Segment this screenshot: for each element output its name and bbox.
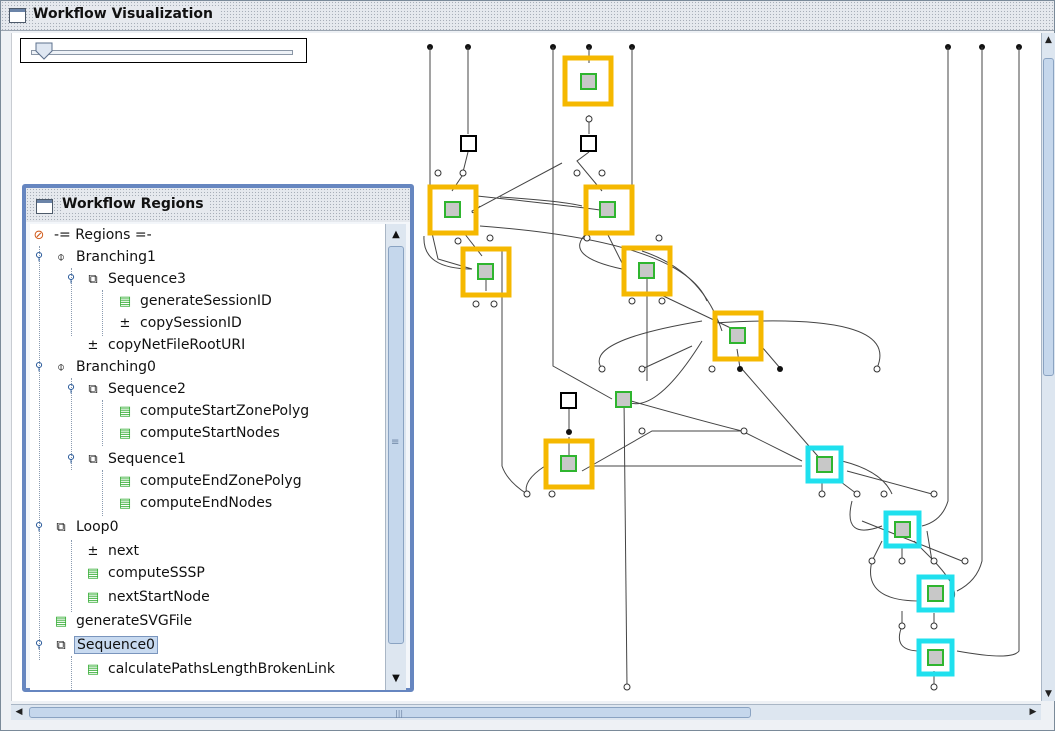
copy-task-icon: ± bbox=[87, 544, 99, 559]
expand-handle-icon[interactable]: ⚲ bbox=[35, 516, 47, 538]
arrow-left-icon[interactable]: ◀ bbox=[11, 705, 27, 720]
expand-handle-icon[interactable]: ⚲ bbox=[35, 246, 47, 268]
task-icon: ▤ bbox=[118, 496, 132, 511]
regions-tree-scrollbar-thumb[interactable]: ≡ bbox=[388, 246, 404, 644]
tree-item-generatesessionid[interactable]: ▤ generateSessionID bbox=[116, 290, 274, 312]
expand-handle-icon[interactable]: ⚲ bbox=[35, 356, 47, 378]
tree-item-generatesvgfile[interactable]: ▤ generateSVGFile bbox=[52, 610, 194, 632]
tree-guide bbox=[102, 400, 103, 446]
tree-guide bbox=[71, 656, 72, 690]
tree-item-computestartnodes[interactable]: ▤ computeStartNodes bbox=[116, 422, 282, 444]
arrow-up-icon[interactable]: ▲ bbox=[1042, 33, 1055, 47]
expand-handle-icon[interactable]: ⚲ bbox=[67, 378, 79, 400]
regions-tree[interactable]: ⊘ -= Regions =- ⚲ ⌽ Branching1 ⚲ ⧉ Sequence3 … bbox=[30, 224, 385, 690]
sequence-icon: ⧉ bbox=[88, 382, 98, 397]
tree-item-sequence0[interactable]: ⚲ ⧉ Sequence0 bbox=[35, 634, 158, 656]
tree-item-regions-root[interactable]: ⊘ -= Regions =- bbox=[30, 224, 154, 246]
sequence-icon: ⧉ bbox=[88, 272, 98, 287]
entry-points bbox=[427, 44, 1022, 50]
zoom-slider-track[interactable] bbox=[31, 50, 293, 55]
expand-handle-icon[interactable]: ⚲ bbox=[67, 448, 79, 470]
branching-icon: ⌽ bbox=[57, 250, 65, 265]
expand-handle-icon[interactable]: ⚲ bbox=[35, 634, 47, 656]
task-icon: ▤ bbox=[86, 566, 100, 581]
sequence-icon: ⧉ bbox=[56, 638, 66, 653]
tree-guide bbox=[102, 470, 103, 516]
slider-thumb-icon[interactable] bbox=[35, 42, 53, 60]
arrow-down-icon[interactable]: ▼ bbox=[388, 670, 404, 688]
scroll-grip-icon: ≡ bbox=[391, 437, 400, 448]
tree-item-computeendzonepolyg[interactable]: ▤ computeEndZonePolyg bbox=[116, 470, 304, 492]
vertical-scrollbar[interactable]: ▲ ▼ bbox=[1041, 33, 1055, 701]
tree-guide bbox=[102, 290, 103, 336]
regions-panel-title: Workflow Regions bbox=[62, 196, 210, 212]
tree-item-computeendnodes[interactable]: ▤ computeEndNodes bbox=[116, 492, 274, 514]
tree-item-nextstartnode[interactable]: ▤ nextStartNode bbox=[84, 586, 212, 608]
tree-item-sequence1[interactable]: ⚲ ⧉ Sequence1 bbox=[67, 448, 188, 470]
tree-item-branching1[interactable]: ⚲ ⌽ Branching1 bbox=[35, 246, 158, 268]
tree-item-branching0[interactable]: ⚲ ⌽ Branching0 bbox=[35, 356, 158, 378]
task-icon: ▤ bbox=[118, 474, 132, 489]
tree-item-sequence2[interactable]: ⚲ ⧉ Sequence2 bbox=[67, 378, 188, 400]
tree-guide bbox=[39, 246, 40, 660]
window-icon bbox=[36, 199, 53, 214]
window-title: Workflow Visualization bbox=[33, 6, 219, 22]
graph-ports bbox=[434, 115, 969, 691]
vertical-scrollbar-thumb[interactable] bbox=[1043, 58, 1054, 376]
task-icon: ▤ bbox=[86, 662, 100, 677]
window-icon bbox=[9, 8, 26, 23]
tree-item-copynetfilerooturi[interactable]: ± copyNetFileRootURI bbox=[84, 334, 247, 356]
loop-icon: ⧉ bbox=[56, 520, 66, 535]
horizontal-scrollbar[interactable]: ◀ ||| ▶ bbox=[11, 704, 1041, 720]
tree-guide bbox=[71, 540, 72, 612]
tree-item-loop0[interactable]: ⚲ ⧉ Loop0 bbox=[35, 516, 120, 538]
scroll-grip-icon: ||| bbox=[395, 709, 404, 718]
regions-tree-scrollbar[interactable]: ▲ ≡ ▼ bbox=[385, 224, 406, 690]
sequence-icon: ⧉ bbox=[88, 452, 98, 467]
copy-task-icon: ± bbox=[87, 338, 99, 353]
cyan-region-tasks[interactable] bbox=[805, 445, 955, 677]
horizontal-scrollbar-thumb[interactable]: ||| bbox=[29, 707, 751, 718]
workflow-visualization-window: Workflow Visualization ▲ ▼ ◀ ||| ▶ Workf… bbox=[0, 0, 1055, 731]
arrow-up-icon[interactable]: ▲ bbox=[388, 226, 404, 244]
expand-handle-icon[interactable]: ⚲ bbox=[67, 268, 79, 290]
window-titlebar[interactable]: Workflow Visualization bbox=[1, 1, 1054, 31]
task-icon: ▤ bbox=[86, 590, 100, 605]
copy-task-icon: ± bbox=[119, 316, 131, 331]
branching-icon: ⌽ bbox=[57, 360, 65, 375]
tree-item-calculatepathslengthbrokenlink[interactable]: ▤ calculatePathsLengthBrokenLink bbox=[84, 658, 337, 680]
regions-panel-titlebar[interactable]: Workflow Regions bbox=[26, 188, 410, 222]
task-icon: ▤ bbox=[118, 404, 132, 419]
task-icon: ▤ bbox=[54, 614, 68, 629]
graph-filled-ports bbox=[566, 366, 783, 435]
tree-item-next[interactable]: ± next bbox=[84, 540, 141, 562]
tree-item-sequence3[interactable]: ⚲ ⧉ Sequence3 bbox=[67, 268, 188, 290]
arrow-down-icon[interactable]: ▼ bbox=[1042, 687, 1055, 701]
task-icon: ▤ bbox=[118, 426, 132, 441]
zoom-slider[interactable] bbox=[20, 38, 307, 63]
arrow-right-icon[interactable]: ▶ bbox=[1025, 705, 1041, 720]
tree-item-copysessionid[interactable]: ± copySessionID bbox=[116, 312, 244, 334]
task-node[interactable] bbox=[615, 391, 632, 408]
tree-item-computesssp[interactable]: ▤ computeSSSP bbox=[84, 562, 207, 584]
workflow-regions-panel: Workflow Regions ⊘ -= Regions =- ⚲ ⌽ Branch… bbox=[22, 184, 414, 692]
task-icon: ▤ bbox=[118, 294, 132, 309]
regions-root-icon: ⊘ bbox=[33, 228, 45, 243]
tree-item-computestartzonepolyg[interactable]: ▤ computeStartZonePolyg bbox=[116, 400, 311, 422]
